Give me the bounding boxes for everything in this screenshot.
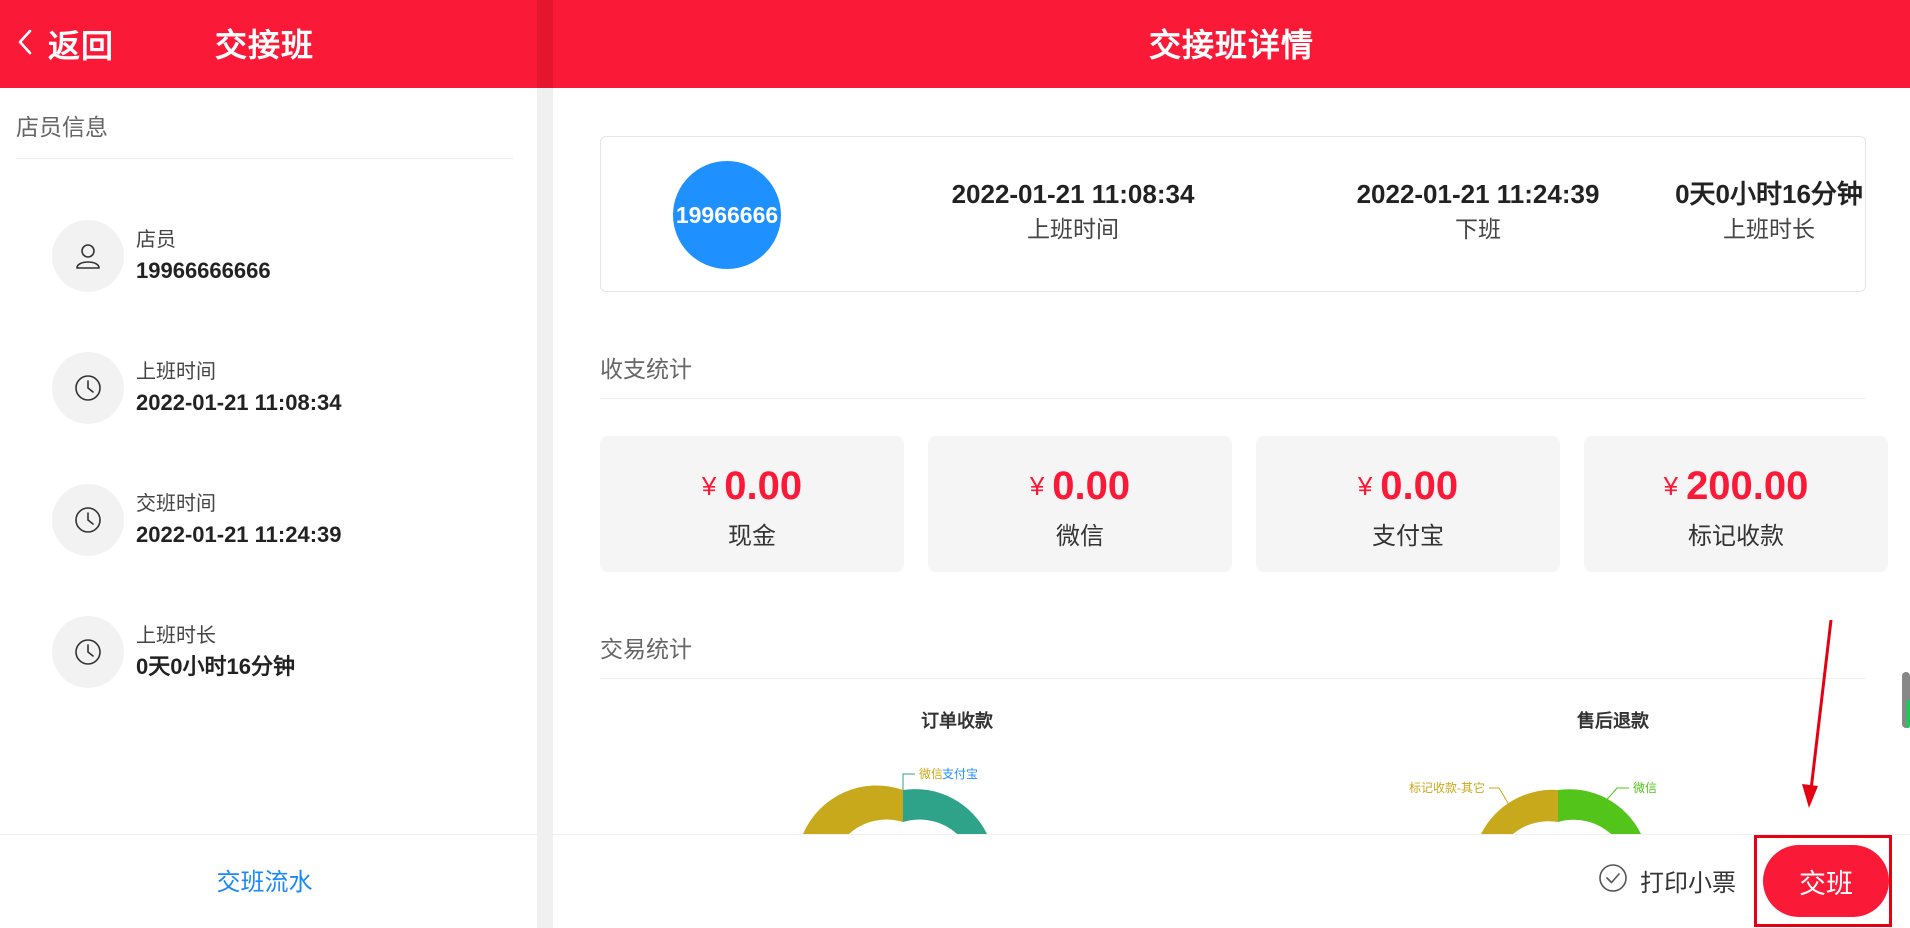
- legend-label: 微信: [919, 767, 943, 781]
- clock-icon: [52, 484, 124, 556]
- print-receipt-label: 打印小票: [1640, 870, 1736, 897]
- back-label: 返回: [48, 28, 115, 64]
- info-item-start-time: 上班时间 2022-01-21 11:08:34: [52, 352, 342, 424]
- stat-label: 上班时间: [1027, 216, 1119, 242]
- chart-title-refunds: 售后退款: [1577, 711, 1649, 731]
- bottom-action-bar: 打印小票 交班: [553, 834, 1910, 928]
- stat-value: 2022-01-21 11:08:34: [951, 179, 1195, 209]
- money-card-wechat: ¥0.00 微信: [928, 436, 1232, 572]
- info-label: 店员: [136, 229, 176, 251]
- clock-icon: [52, 616, 124, 688]
- money-amount: 0.00: [724, 464, 803, 508]
- handover-history-link[interactable]: 交班流水: [0, 862, 529, 897]
- money-card-alipay: ¥0.00 支付宝: [1256, 436, 1560, 572]
- scrollbar-accent: [1906, 700, 1910, 728]
- back-button[interactable]: 返回: [16, 22, 114, 66]
- page-title: 交接班: [215, 27, 315, 63]
- legend-label: 微信: [1633, 781, 1657, 795]
- print-receipt-option[interactable]: 打印小票: [1598, 863, 1736, 898]
- info-value: 2022-01-21 11:08:34: [136, 390, 342, 415]
- stat-start-time: 2022-01-21 11:08:34 上班时间: [923, 177, 1223, 247]
- left-panel: 返回 交接班 店员信息 店员 19966666666 上班时间 2022-01-…: [0, 0, 537, 928]
- panel-divider-header: [537, 0, 553, 88]
- divider: [600, 398, 1866, 399]
- currency-symbol: ¥: [1029, 471, 1045, 501]
- info-value: 2022-01-21 11:24:39: [136, 522, 342, 547]
- info-label: 上班时长: [136, 625, 216, 647]
- info-label: 交班时间: [136, 493, 216, 515]
- check-circle-icon: [1598, 863, 1628, 898]
- donut-order-receipts: 微信 支付宝: [803, 767, 987, 834]
- money-amount: 200.00: [1686, 464, 1809, 508]
- section-title-staff-info: 店员信息: [16, 114, 108, 140]
- currency-symbol: ¥: [1663, 471, 1679, 501]
- donut-slice: [903, 789, 987, 834]
- money-label: 支付宝: [1372, 523, 1444, 550]
- chart-title-order-receipts: 订单收款: [921, 711, 993, 731]
- money-card-cash: ¥0.00 现金: [600, 436, 904, 572]
- money-amount: 0.00: [1052, 464, 1131, 508]
- money-label: 微信: [1056, 523, 1104, 550]
- legend-label: 支付宝: [942, 767, 978, 781]
- money-card-marked: ¥200.00 标记收款: [1584, 436, 1888, 572]
- avatar: 19966666: [673, 161, 781, 269]
- info-item-duration: 上班时长 0天0小时16分钟: [52, 616, 295, 688]
- label-leader: [902, 773, 915, 790]
- divider: [0, 834, 537, 835]
- info-item-handover-time: 交班时间 2022-01-21 11:24:39: [52, 484, 342, 556]
- stat-label: 下班: [1455, 216, 1501, 242]
- stat-duration: 0天0小时16分钟 上班时长: [1671, 177, 1867, 247]
- info-value: 0天0小时16分钟: [136, 654, 295, 679]
- donut-charts: 微信 支付宝 标记收款-其它 微信: [803, 767, 1657, 834]
- divider: [16, 158, 513, 159]
- donut-slice: [1558, 789, 1641, 834]
- left-header: 返回 交接班: [0, 0, 537, 88]
- right-header: 交接班详情: [553, 0, 1910, 88]
- user-icon: [52, 220, 124, 292]
- right-panel: 交接班详情 19966666 2022-01-21 11:08:34 上班时间 …: [553, 0, 1910, 928]
- detail-title: 交接班详情: [1148, 27, 1314, 63]
- section-title-income: 收支统计: [600, 356, 692, 382]
- stat-value: 0天0小时16分钟: [1675, 179, 1863, 209]
- stat-value: 2022-01-21 11:24:39: [1356, 179, 1600, 209]
- panel-divider: [537, 0, 553, 928]
- info-value: 19966666666: [136, 258, 271, 283]
- currency-symbol: ¥: [1357, 471, 1373, 501]
- donut-refunds: 标记收款-其它 微信: [1409, 780, 1657, 834]
- donut-slice: [1481, 789, 1558, 834]
- chevron-left-icon: [16, 28, 34, 61]
- handover-button[interactable]: 交班: [1763, 845, 1889, 917]
- clock-icon: [52, 352, 124, 424]
- info-item-staff: 店员 19966666666: [52, 220, 271, 292]
- shift-summary-card: 19966666 2022-01-21 11:08:34 上班时间 2022-0…: [600, 136, 1866, 292]
- divider: [600, 678, 1866, 679]
- stat-end-time: 2022-01-21 11:24:39 下班: [1328, 177, 1628, 247]
- donut-slice: [803, 785, 903, 834]
- currency-symbol: ¥: [701, 471, 717, 501]
- section-title-trade: 交易统计: [600, 636, 692, 662]
- money-label: 现金: [728, 523, 776, 550]
- legend-label: 标记收款-其它: [1409, 780, 1485, 795]
- info-label: 上班时间: [136, 361, 216, 383]
- stat-label: 上班时长: [1723, 216, 1815, 242]
- money-label: 标记收款: [1688, 523, 1784, 550]
- money-amount: 0.00: [1380, 464, 1459, 508]
